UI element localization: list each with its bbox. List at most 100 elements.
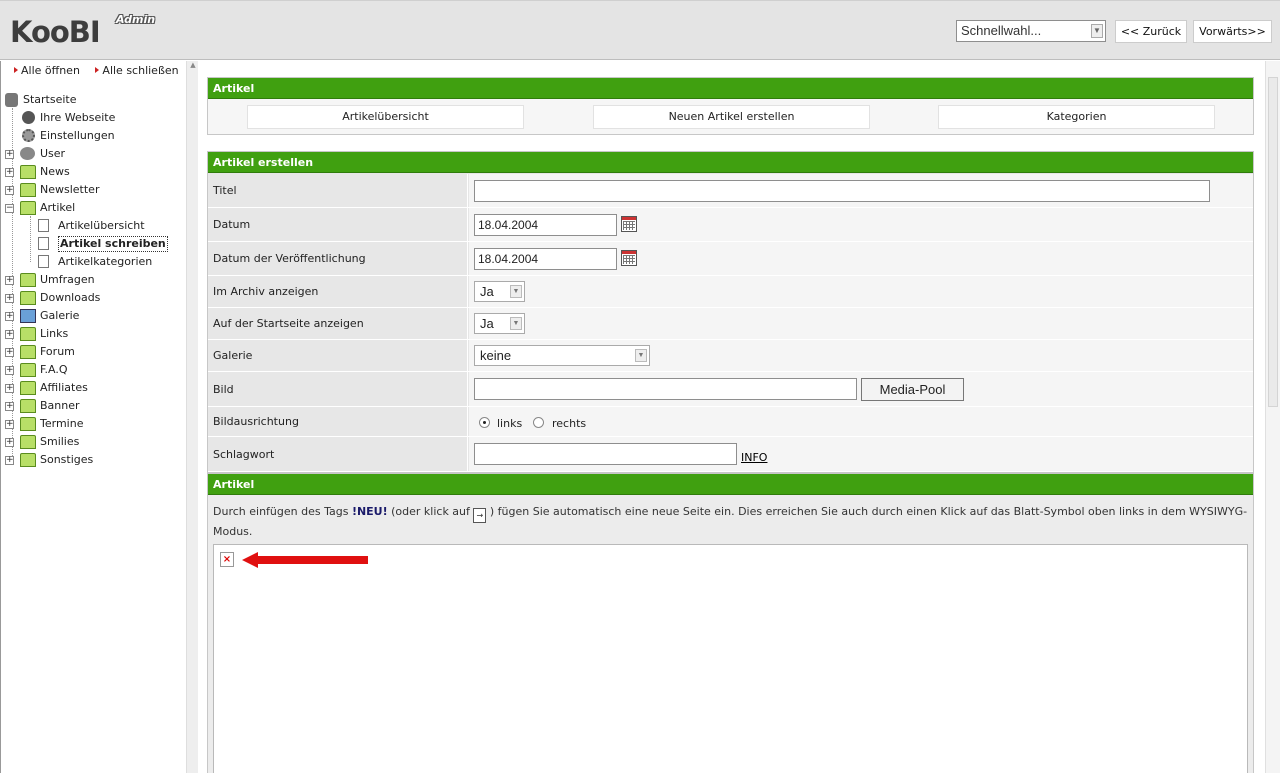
back-button[interactable]: << Zurück (1115, 20, 1187, 43)
sidebar-item-label: Termine (40, 417, 84, 430)
chevron-down-icon: ▼ (510, 285, 522, 298)
close-all-link[interactable]: Alle schließen (95, 64, 178, 77)
red-arrow-icon (242, 552, 368, 568)
forward-button[interactable]: Vorwärts>> (1193, 20, 1272, 43)
schlagwort-input[interactable] (474, 443, 737, 465)
archiv-select-value: Ja (480, 284, 494, 299)
publication-date-label: Datum der Veröffentlichung (208, 242, 468, 275)
folder-icon (20, 399, 36, 413)
galerie-select[interactable]: keine ▼ (474, 345, 650, 366)
chevron-down-icon: ▼ (510, 317, 522, 330)
form-title: Artikel erstellen (208, 152, 1253, 173)
expand-icon[interactable]: + (5, 402, 14, 411)
article-panel-title: Artikel (208, 474, 1253, 495)
row-bild: Bild Media-Pool (208, 372, 1253, 407)
expand-icon[interactable]: + (5, 312, 14, 321)
expand-icon[interactable]: + (5, 438, 14, 447)
galerie-select-value: keine (480, 348, 512, 363)
expand-icon[interactable]: + (5, 168, 14, 177)
row-galerie: Galerie keine ▼ (208, 340, 1253, 372)
publication-date-input[interactable]: 18.04.2004 (474, 248, 617, 270)
archiv-select[interactable]: Ja ▼ (474, 281, 525, 302)
row-titel: Titel (208, 174, 1253, 208)
expand-icon[interactable]: + (5, 348, 14, 357)
expand-icon[interactable]: + (5, 456, 14, 465)
expand-icon[interactable]: + (5, 276, 14, 285)
sidebar-item-label: Sonstiges (40, 453, 94, 466)
radio-links-label: links (497, 417, 523, 430)
row-startseite: Auf der Startseite anzeigen Ja ▼ (208, 308, 1253, 340)
sidebar-item-label: Umfragen (40, 273, 95, 286)
media-pool-button[interactable]: Media-Pool (861, 378, 964, 401)
sidebar-item-label: Affiliates (40, 381, 88, 394)
scroll-thumb[interactable] (1268, 77, 1278, 407)
folder-icon (20, 327, 36, 341)
expand-icon[interactable]: + (5, 384, 14, 393)
calendar-icon[interactable] (621, 250, 637, 266)
row-bildausrichtung: Bildausrichtung links rechts (208, 407, 1253, 437)
expand-icon[interactable]: + (5, 366, 14, 375)
chevron-down-icon: ▼ (635, 349, 647, 362)
row-archiv: Im Archiv anzeigen Ja ▼ (208, 276, 1253, 308)
sidebar-item-label: Artikelkategorien (58, 255, 153, 268)
panel-title: Artikel (208, 78, 1253, 99)
expand-icon[interactable]: + (5, 330, 14, 339)
categories-button[interactable]: Kategorien (938, 105, 1215, 129)
sidebar-item-label: News (40, 165, 70, 178)
titel-input[interactable] (474, 180, 1210, 202)
gear-icon (22, 129, 35, 142)
startseite-select[interactable]: Ja ▼ (474, 313, 525, 334)
broken-image-icon[interactable]: × (220, 552, 234, 567)
sidebar-item-label: Artikel (40, 201, 76, 214)
bild-input[interactable] (474, 378, 857, 400)
radio-links[interactable] (479, 417, 490, 428)
startseite-select-value: Ja (480, 316, 494, 331)
sidebar-item-label: Artikelübersicht (58, 219, 145, 232)
tree-line (30, 216, 31, 262)
expand-icon[interactable]: + (5, 294, 14, 303)
folder-icon (20, 363, 36, 377)
radio-rechts[interactable] (533, 417, 544, 428)
hint-text-part: Durch einfügen des Tags (213, 505, 352, 518)
expand-icon[interactable]: + (5, 150, 14, 159)
folder-icon (20, 453, 36, 467)
datum-label: Datum (208, 208, 468, 241)
sidebar-item-label: Banner (40, 399, 80, 412)
expand-icon[interactable]: + (5, 186, 14, 195)
info-link[interactable]: INFO (741, 451, 767, 464)
sidebar-item-label: Galerie (40, 309, 80, 322)
sidebar-scrollbar[interactable]: ▲ (186, 61, 198, 773)
expand-icon[interactable]: + (5, 420, 14, 429)
folder-icon (20, 381, 36, 395)
wysiwyg-editor[interactable]: × (213, 544, 1248, 773)
archiv-label: Im Archiv anzeigen (208, 276, 468, 307)
page-icon (38, 237, 49, 250)
galerie-label: Galerie (208, 340, 468, 371)
sidebar-item-label: Einstellungen (40, 129, 115, 142)
row-datum: Datum 18.04.2004 (208, 208, 1253, 242)
page-icon (38, 219, 49, 232)
sidebar-item-label: Forum (40, 345, 75, 358)
sidebar-item-label: Smilies (40, 435, 80, 448)
sidebar-item-label: Ihre Webseite (40, 111, 116, 124)
article-overview-button[interactable]: Artikelübersicht (247, 105, 524, 129)
datum-input[interactable]: 18.04.2004 (474, 214, 617, 236)
app-header: KooBI Admin Schnellwahl... ▼ << Zurück V… (0, 0, 1280, 60)
chevron-down-icon: ▼ (1091, 24, 1103, 38)
radio-rechts-label: rechts (552, 417, 587, 430)
hint-tag: !NEU! (351, 505, 388, 518)
quick-select-dropdown[interactable]: Schnellwahl... ▼ (956, 20, 1106, 42)
open-all-link[interactable]: Alle öffnen (14, 64, 80, 77)
collapse-icon[interactable]: − (5, 204, 14, 213)
calendar-icon[interactable] (621, 216, 637, 232)
new-article-button[interactable]: Neuen Artikel erstellen (593, 105, 870, 129)
admin-badge: Admin (116, 13, 156, 26)
sidebar-item-label: Newsletter (40, 183, 100, 196)
gallery-icon (20, 309, 36, 323)
quick-select-value: Schnellwahl... (961, 23, 1042, 38)
globe-icon (22, 111, 35, 124)
main-scrollbar[interactable] (1265, 61, 1280, 773)
new-page-icon: → (473, 508, 487, 523)
sidebar-item-label: F.A.Q (40, 363, 68, 376)
article-create-form: Artikel erstellen Titel Datum 18.04.2004… (207, 151, 1254, 473)
